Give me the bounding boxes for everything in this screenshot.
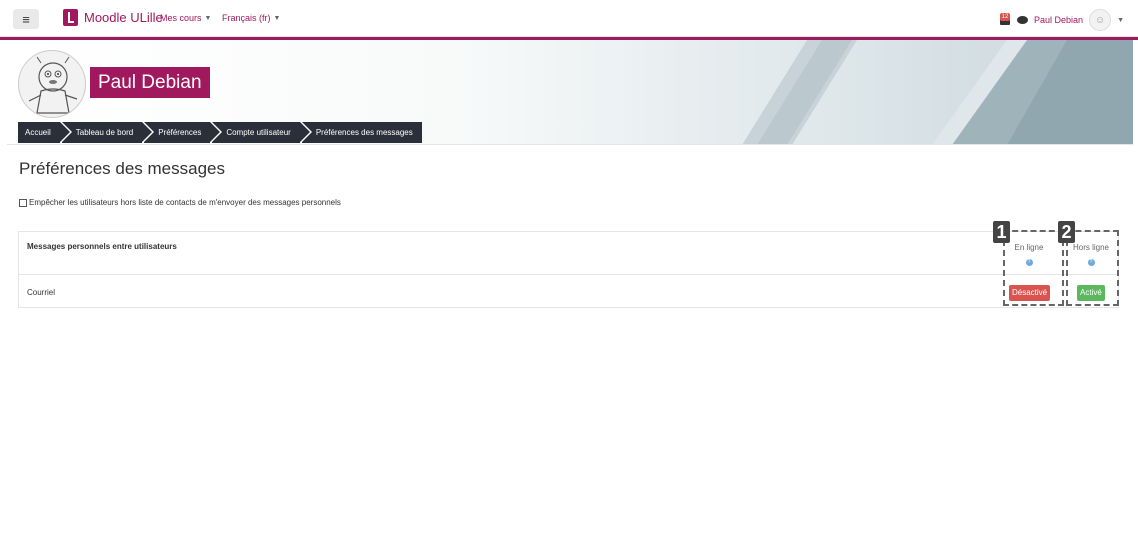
breadcrumb-item-dashboard[interactable]: Tableau de bord [61, 122, 155, 143]
user-avatar-small[interactable]: ☺ [1089, 9, 1112, 31]
user-menu-name[interactable]: Paul Debian [1034, 15, 1083, 25]
cartoon-avatar-icon [28, 56, 78, 114]
language-menu[interactable]: Français (fr) ▼ [222, 13, 280, 23]
chat-bubble-icon[interactable] [1017, 16, 1029, 24]
breadcrumb-item-home[interactable]: Accueil [18, 122, 72, 143]
notifications-button[interactable]: 12 [999, 13, 1011, 27]
annotation-marker-1: 1 [993, 221, 1010, 243]
block-non-contacts-option[interactable]: Empêcher les utilisateurs hors liste de … [19, 198, 341, 207]
page-header: Paul Debian Accueil Tableau de bord Préf… [7, 40, 1133, 145]
table-row: Courriel Désactivé Activé [19, 275, 1118, 308]
row-label-email: Courriel [27, 288, 56, 297]
page: ≡ Moodle ULille Mes cours ▼ Français (fr… [0, 0, 1138, 558]
breadcrumb: Accueil Tableau de bord Préférences Comp… [18, 122, 424, 143]
language-label: Français (fr) [222, 13, 271, 23]
annotation-box-online [1003, 230, 1064, 306]
notification-count-badge: 12 [1000, 13, 1011, 21]
my-courses-menu[interactable]: Mes cours ▼ [160, 13, 211, 23]
navbar-right: 12 Paul Debian ☺ ▼ [999, 9, 1124, 31]
breadcrumb-item-message-preferences[interactable]: Préférences des messages [301, 122, 422, 143]
my-courses-label: Mes cours [160, 13, 202, 23]
brand-link[interactable]: Moodle ULille [63, 9, 163, 26]
table-header-row: Messages personnels entre utilisateurs E… [19, 232, 1118, 275]
page-title: Préférences des messages [19, 159, 225, 178]
hamburger-icon: ≡ [22, 11, 30, 27]
top-navbar: ≡ Moodle ULille Mes cours ▼ Français (fr… [0, 0, 1138, 37]
block-non-contacts-label: Empêcher les utilisateurs hors liste de … [29, 198, 341, 207]
breadcrumb-item-user-account[interactable]: Compte utilisateur [212, 122, 313, 143]
user-avatar-large [18, 50, 86, 118]
user-menu-caret-icon[interactable]: ▼ [1117, 17, 1124, 24]
brand-name: Moodle ULille [84, 10, 163, 25]
section-label: Messages personnels entre utilisateurs [27, 242, 177, 251]
annotation-marker-2: 2 [1058, 221, 1075, 243]
block-non-contacts-checkbox[interactable] [19, 198, 27, 207]
moodle-logo-icon [63, 9, 78, 26]
hamburger-menu-button[interactable]: ≡ [13, 9, 39, 29]
caret-down-icon: ▼ [204, 14, 212, 22]
header-user-name: Paul Debian [90, 67, 210, 98]
message-preferences-table: Messages personnels entre utilisateurs E… [18, 231, 1119, 308]
caret-down-icon: ▼ [273, 14, 281, 22]
